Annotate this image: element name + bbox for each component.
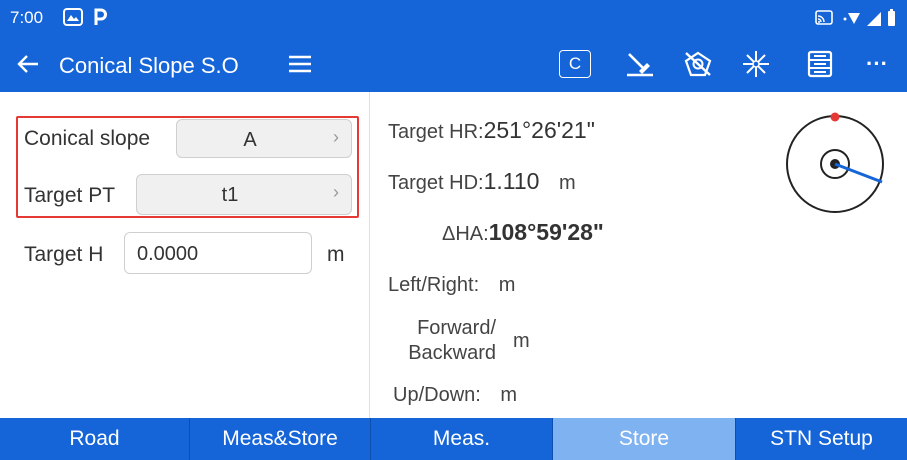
- compass-icon: [786, 112, 884, 213]
- battery-icon: [886, 9, 896, 32]
- page-title: Conical Slope S.O: [59, 53, 239, 78]
- target-h-input[interactable]: 0.0000: [124, 232, 312, 274]
- conical-slope-label: Conical slope: [24, 127, 151, 150]
- target-h-label: Target H: [24, 243, 104, 266]
- up-down-unit: m: [500, 384, 518, 406]
- c-button-label: C: [559, 50, 591, 78]
- photos-icon: [63, 8, 83, 31]
- c-button[interactable]: C: [558, 49, 592, 79]
- compass-widget: [783, 112, 887, 216]
- target-hd-row: Target HD:1.110 m: [388, 168, 576, 195]
- target-pt-value: t1: [221, 184, 239, 206]
- target-pt-label: Target PT: [24, 184, 116, 207]
- chevron-right-icon: ›: [333, 127, 339, 147]
- delta-ha-label: ΔHA:: [442, 223, 489, 245]
- forward-backward-row: Forward/ Backward: [388, 316, 496, 366]
- target-h-unit: m: [327, 243, 345, 266]
- cast-icon: [815, 10, 833, 30]
- back-arrow-icon[interactable]: [14, 49, 42, 79]
- forward-backward-unit: m: [513, 330, 530, 352]
- conical-slope-select[interactable]: A ›: [176, 119, 352, 158]
- up-down-label: Up/Down:: [393, 384, 481, 406]
- target-hr-row: Target HR:251°26'21": [388, 117, 595, 144]
- forward-backward-label-line1: Forward/: [417, 317, 496, 339]
- left-right-unit: m: [498, 274, 516, 296]
- stn-setup-button[interactable]: STN Setup: [736, 418, 907, 460]
- hamburger-menu-icon[interactable]: [286, 49, 314, 79]
- conical-slope-value: A: [243, 129, 257, 151]
- prism-off-icon[interactable]: [682, 49, 714, 79]
- signal-icon: [866, 11, 882, 32]
- meas-button[interactable]: Meas.: [371, 418, 553, 460]
- left-right-row: Left/Right: m: [388, 274, 515, 297]
- delta-ha-value: 108°59'28": [488, 219, 604, 245]
- target-hr-label: Target HR:: [388, 121, 484, 143]
- laser-pointer-icon[interactable]: [624, 49, 656, 79]
- bottom-nav: Road Meas&Store Meas. Store STN Setup: [0, 418, 907, 460]
- meas-store-button[interactable]: Meas&Store: [190, 418, 371, 460]
- forward-backward-label-line2: Backward: [408, 342, 496, 364]
- target-hd-value: 1.110: [483, 168, 540, 194]
- status-bar: 7:00: [0, 0, 907, 36]
- laser-plummet-icon[interactable]: [740, 49, 772, 79]
- target-hd-unit: m: [559, 172, 576, 194]
- wifi-icon: [842, 11, 862, 30]
- parking-icon: [93, 8, 107, 31]
- stakeout-form: Conical slope A › Target PT t1 › Target …: [0, 92, 370, 418]
- status-time: 7:00: [10, 8, 44, 27]
- delta-ha-row: ΔHA:108°59'28": [442, 219, 604, 246]
- road-button[interactable]: Road: [0, 418, 190, 460]
- target-pt-select[interactable]: t1 ›: [136, 174, 352, 215]
- up-down-row: Up/Down: m: [393, 384, 517, 407]
- target-hr-value: 251°26'21": [483, 117, 595, 143]
- toolbar: Conical Slope S.O C ···: [0, 36, 907, 92]
- store-button[interactable]: Store: [553, 418, 736, 460]
- target-hd-label: Target HD:: [388, 172, 484, 194]
- left-right-label: Left/Right:: [388, 274, 480, 296]
- more-options-icon[interactable]: ···: [862, 49, 892, 79]
- data-list-icon[interactable]: [805, 49, 835, 79]
- chevron-right-icon: ›: [333, 182, 339, 202]
- measurement-panel: Target HR:251°26'21" Target HD:1.110 m Δ…: [371, 92, 907, 418]
